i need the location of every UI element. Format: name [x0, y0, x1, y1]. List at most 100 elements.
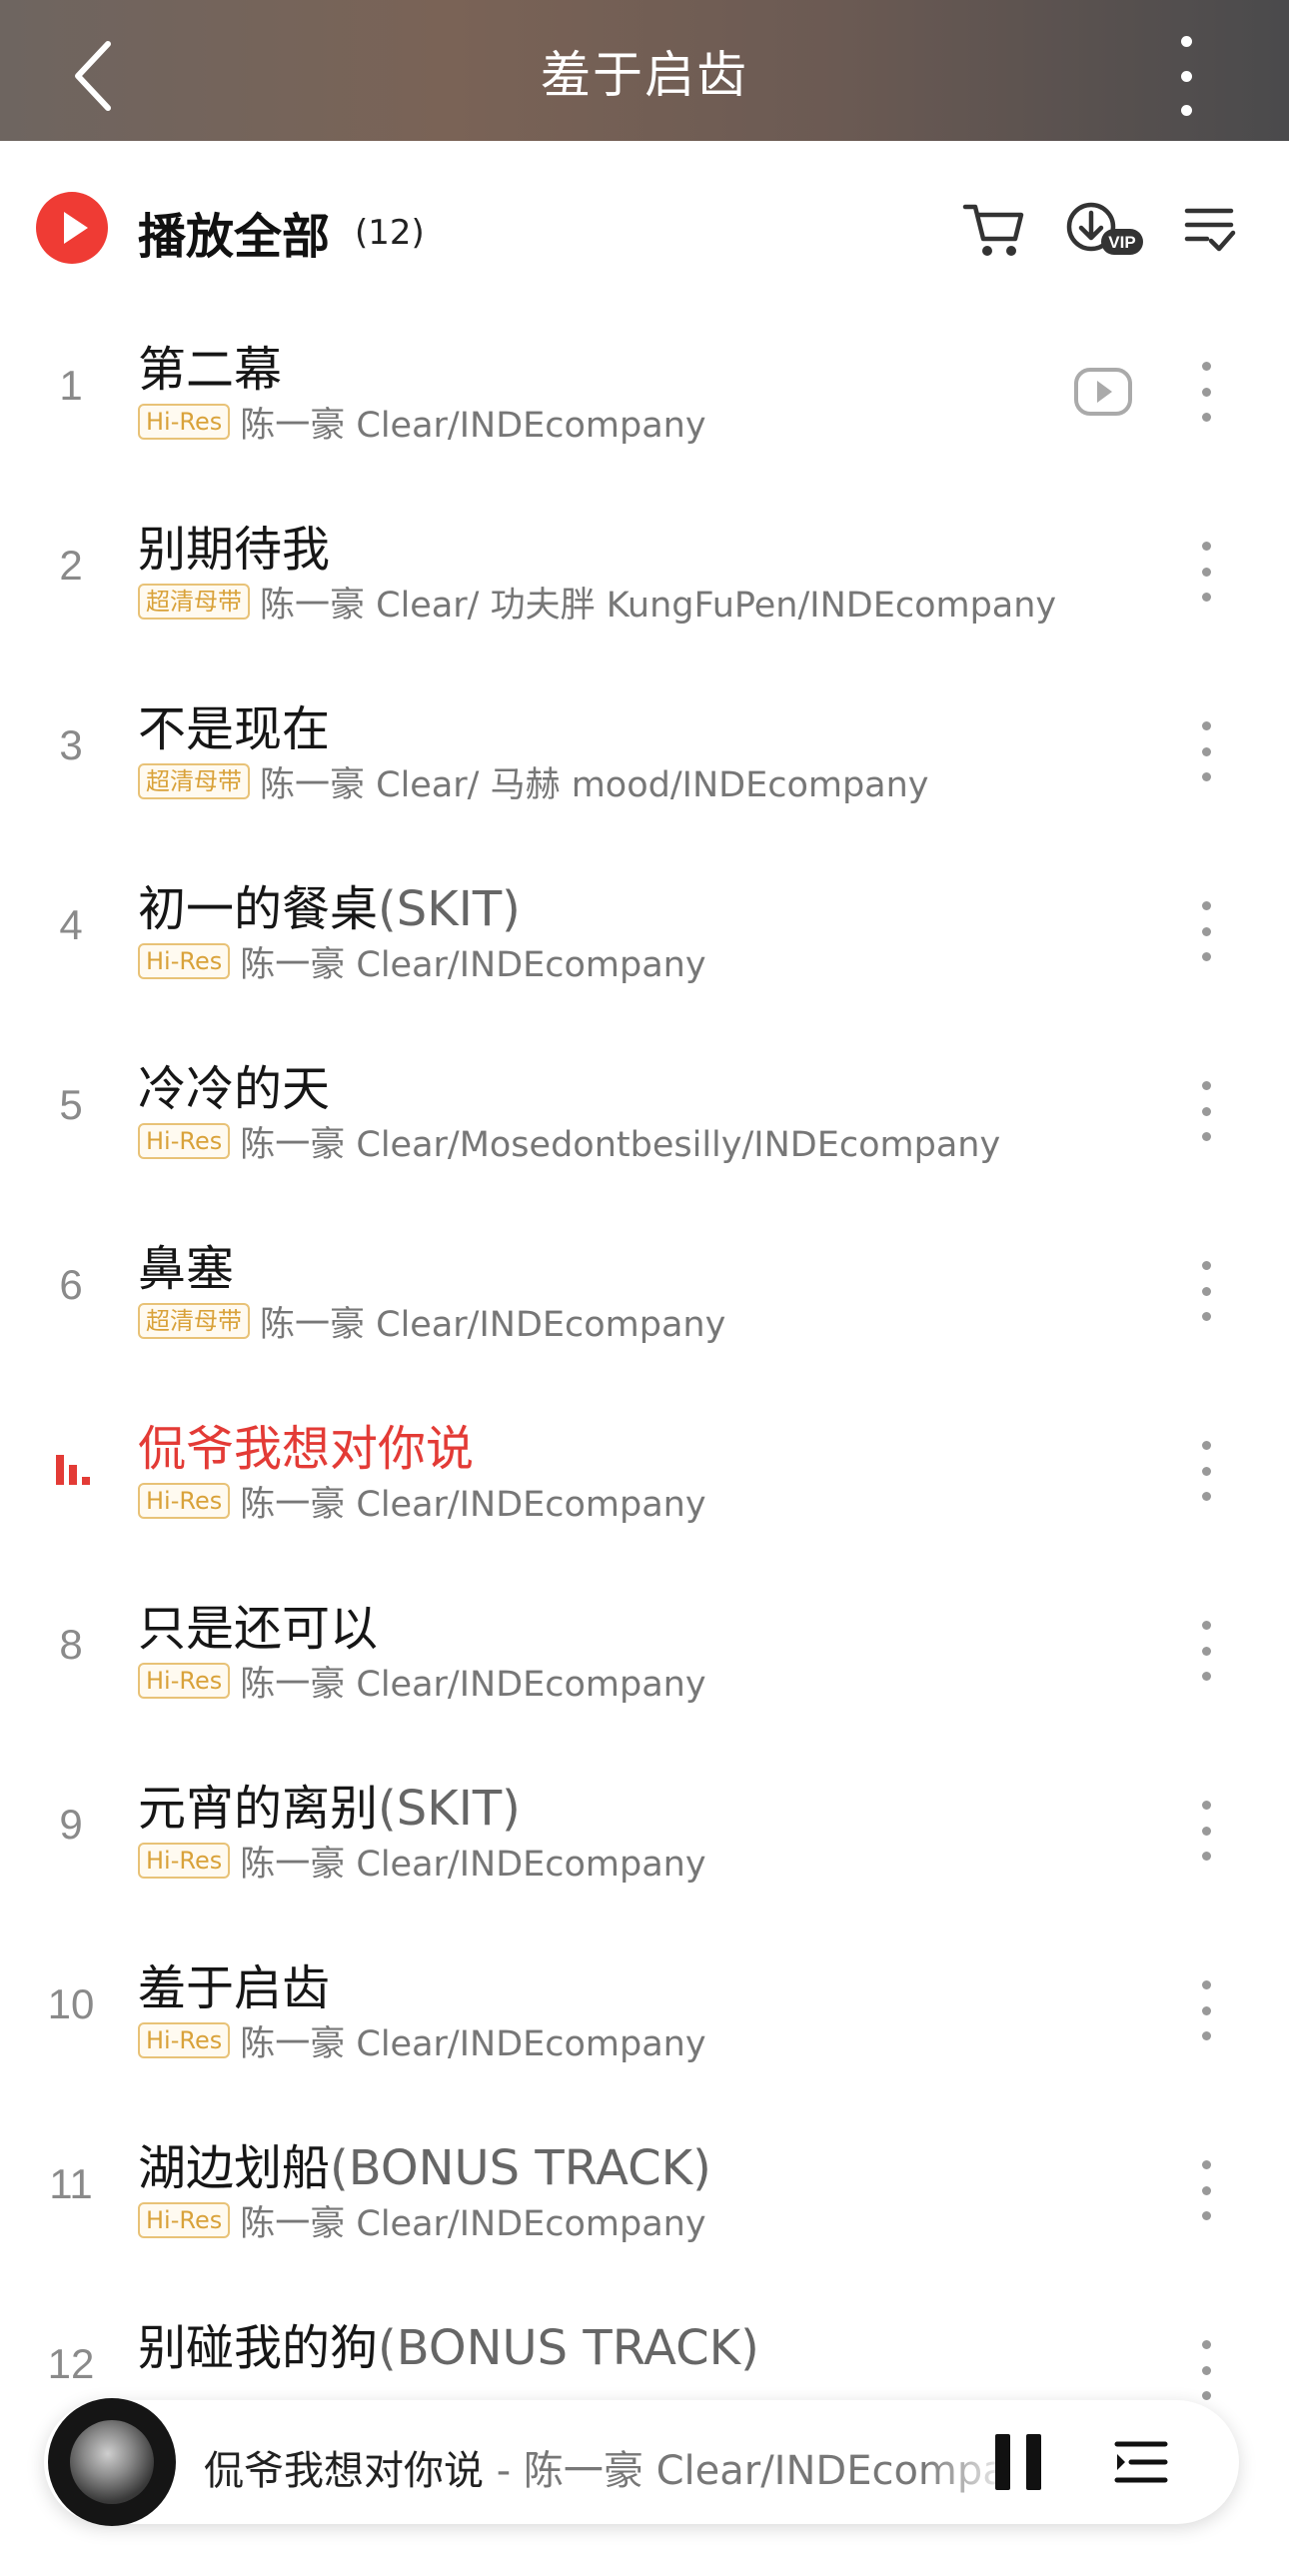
download-vip-icon[interactable]: VIP	[1061, 197, 1145, 261]
now-playing-text[interactable]: 侃爷我想对你说 - 陈一豪 Clear/INDEcompany	[204, 2438, 1003, 2496]
track-more-icon[interactable]	[1191, 1441, 1221, 1501]
track-title: 湖边划船(BONUS TRACK)	[138, 2128, 711, 2198]
track-title-text: 元宵的离别	[138, 1781, 379, 1837]
play-all-bar: 播放全部 (12) VIP	[0, 141, 1289, 311]
play-all-icon[interactable]	[36, 192, 108, 264]
track-title-text: 湖边划船	[138, 2140, 331, 2196]
track-row[interactable]: 6 鼻塞 超清母带 陈一豪 Clear/INDEcompany	[0, 1203, 1289, 1383]
track-row[interactable]: 侃爷我想对你说 Hi-Res 陈一豪 Clear/INDEcompany	[0, 1383, 1289, 1563]
track-more-icon[interactable]	[1191, 1081, 1221, 1141]
video-play-icon[interactable]	[1072, 362, 1134, 422]
quality-badge: Hi-Res	[138, 1483, 231, 1519]
track-more-icon[interactable]	[1191, 901, 1221, 961]
more-icon[interactable]	[1161, 36, 1211, 116]
play-all-label[interactable]: 播放全部	[138, 197, 330, 267]
track-number: 9	[59, 1801, 83, 1848]
track-artist: 陈一豪 Clear/INDEcompany	[240, 1484, 706, 1525]
track-artist: 陈一豪 Clear/Mosedontbesilly/INDEcompany	[240, 1124, 1001, 1165]
track-subtitle: Hi-Res 陈一豪 Clear/INDEcompany	[138, 2198, 706, 2244]
quality-badge: 超清母带	[138, 584, 250, 620]
mini-player[interactable]: 侃爷我想对你说 - 陈一豪 Clear/INDEcompany	[44, 2398, 1239, 2526]
track-number: 11	[49, 2160, 93, 2207]
quality-badge: Hi-Res	[138, 2202, 231, 2238]
track-title-suffix: (BONUS TRACK)	[378, 2320, 759, 2376]
track-artist: 陈一豪 Clear/INDEcompany	[260, 1304, 726, 1345]
track-artist: 陈一豪 Clear/INDEcompany	[240, 405, 706, 446]
track-subtitle: Hi-Res 陈一豪 Clear/INDEcompany	[138, 2018, 706, 2064]
track-number: 10	[47, 1980, 95, 2027]
track-number: 8	[59, 1621, 83, 1668]
track-number: 6	[59, 1261, 83, 1308]
track-row[interactable]: 5 冷冷的天 Hi-Res 陈一豪 Clear/Mosedontbesilly/IND…	[0, 1023, 1289, 1203]
playlist-icon[interactable]	[1111, 2432, 1171, 2492]
track-subtitle: Hi-Res 陈一豪 Clear/INDEcompany	[138, 1479, 706, 1525]
quality-badge: Hi-Res	[138, 404, 231, 440]
quality-badge: Hi-Res	[138, 1843, 231, 1879]
track-title-text: 鼻塞	[138, 1241, 235, 1297]
track-more-icon[interactable]	[1191, 2160, 1221, 2220]
page-title: 羞于启齿	[541, 46, 748, 104]
track-row[interactable]: 3 不是现在 超清母带 陈一豪 Clear/ 马赫 mood/INDEcompany	[0, 663, 1289, 843]
track-title-suffix: (SKIT)	[378, 1781, 521, 1837]
track-artist: 陈一豪 Clear/INDEcompany	[240, 944, 706, 985]
track-artist: 陈一豪 Clear/ 马赫 mood/INDEcompany	[260, 764, 929, 805]
track-artist: 陈一豪 Clear/ 功夫胖 KungFuPen/INDEcompany	[260, 585, 1057, 626]
cart-icon[interactable]	[959, 197, 1029, 261]
track-row[interactable]: 11 湖边划船(BONUS TRACK) Hi-Res 陈一豪 Clear/INDEc…	[0, 2102, 1289, 2282]
track-title: 别碰我的狗(BONUS TRACK)	[138, 2308, 759, 2378]
track-title-text: 羞于启齿	[138, 1960, 331, 2016]
track-subtitle: Hi-Res 陈一豪 Clear/Mosedontbesilly/INDEcomp…	[138, 1119, 1000, 1165]
track-title: 第二幕	[138, 330, 282, 400]
multi-select-icon[interactable]	[1179, 197, 1249, 261]
quality-badge: Hi-Res	[138, 2022, 231, 2058]
track-more-icon[interactable]	[1191, 1801, 1221, 1861]
now-playing-equalizer-icon	[56, 1449, 96, 1485]
track-number: 4	[59, 901, 83, 948]
track-number: 1	[59, 362, 83, 409]
track-title: 不是现在	[138, 689, 330, 759]
album-disc[interactable]	[48, 2398, 176, 2526]
track-more-icon[interactable]	[1191, 362, 1221, 422]
track-title: 鼻塞	[138, 1229, 234, 1299]
track-number: 2	[59, 542, 83, 589]
track-more-icon[interactable]	[1191, 2340, 1221, 2400]
track-more-icon[interactable]	[1191, 1261, 1221, 1321]
track-title: 侃爷我想对你说	[138, 1409, 474, 1479]
track-title: 元宵的离别(SKIT)	[138, 1769, 521, 1839]
track-subtitle: Hi-Res 陈一豪 Clear/INDEcompany	[138, 939, 706, 985]
track-title-text: 第二幕	[138, 342, 283, 398]
quality-badge: 超清母带	[138, 763, 250, 799]
svg-text:VIP: VIP	[1108, 233, 1135, 252]
track-title-suffix: (SKIT)	[378, 881, 521, 937]
pause-icon[interactable]	[995, 2434, 1045, 2490]
track-title-text: 只是还可以	[138, 1601, 379, 1657]
track-row[interactable]: 1 第二幕 Hi-Res 陈一豪 Clear/INDEcompany	[0, 304, 1289, 484]
track-subtitle: 超清母带 陈一豪 Clear/INDEcompany	[138, 1299, 725, 1345]
track-subtitle: Hi-Res 陈一豪 Clear/INDEcompany	[138, 1659, 706, 1705]
track-more-icon[interactable]	[1191, 1980, 1221, 2040]
track-artist: 陈一豪 Clear/INDEcompany	[240, 1664, 706, 1705]
track-more-icon[interactable]	[1191, 1621, 1221, 1681]
track-row[interactable]: 4 初一的餐桌(SKIT) Hi-Res 陈一豪 Clear/INDEcompany	[0, 843, 1289, 1023]
quality-badge: Hi-Res	[138, 1123, 231, 1159]
track-row[interactable]: 8 只是还可以 Hi-Res 陈一豪 Clear/INDEcompany	[0, 1563, 1289, 1743]
track-title-text: 别碰我的狗	[138, 2320, 379, 2376]
track-row[interactable]: 2 别期待我超清母带 陈一豪 Clear/ 功夫胖 KungFuPen/INDEco…	[0, 484, 1289, 663]
track-title-text: 不是现在	[138, 701, 331, 757]
track-count: (12)	[355, 213, 425, 253]
track-subtitle: Hi-Res 陈一豪 Clear/INDEcompany	[138, 1839, 706, 1885]
track-artist: 陈一豪 Clear/INDEcompany	[240, 1844, 706, 1885]
track-more-icon[interactable]	[1191, 542, 1221, 602]
now-playing-title: 侃爷我想对你说	[204, 2448, 484, 2494]
track-subtitle: Hi-Res 陈一豪 Clear/INDEcompany	[138, 400, 706, 446]
quality-badge: Hi-Res	[138, 943, 231, 979]
track-row[interactable]: 9 元宵的离别(SKIT) Hi-Res 陈一豪 Clear/INDEcompany	[0, 1743, 1289, 1923]
track-row[interactable]: 10 羞于启齿 Hi-Res 陈一豪 Clear/INDEcompany	[0, 1923, 1289, 2102]
track-more-icon[interactable]	[1191, 721, 1221, 781]
track-title-text: 初一的餐桌	[138, 881, 379, 937]
track-title: 冷冷的天	[138, 1049, 330, 1119]
quality-badge: Hi-Res	[138, 1663, 231, 1699]
track-title-text: 别期待我	[138, 522, 331, 578]
top-bar: 羞于启齿	[0, 0, 1289, 141]
track-title: 羞于启齿	[138, 1948, 330, 2018]
